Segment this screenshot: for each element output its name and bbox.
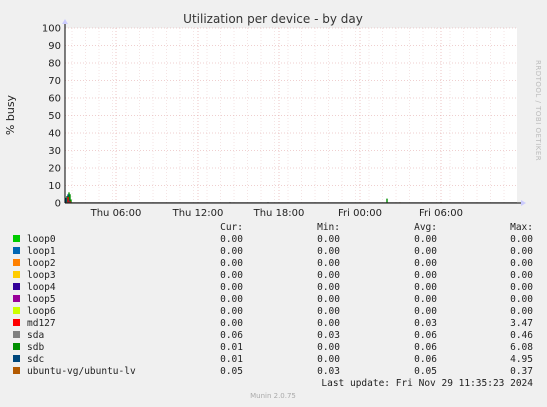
y-tick-label: 70 — [48, 76, 61, 87]
legend-value-max: 6.08 — [510, 342, 533, 353]
legend-value-avg: 0.06 — [414, 342, 437, 353]
legend-series-name: loop4 — [27, 282, 56, 293]
legend-value-min: 0.00 — [317, 354, 340, 365]
legend-value-cur: 0.00 — [220, 294, 243, 305]
y-tick-label: 0 — [55, 199, 61, 210]
legend-value-cur: 0.00 — [220, 318, 243, 329]
legend-swatch — [13, 235, 20, 242]
legend-value-cur: 0.00 — [220, 270, 243, 281]
legend-value-avg: 0.00 — [414, 258, 437, 269]
legend-swatch — [13, 307, 20, 314]
legend-value-min: 0.00 — [317, 270, 340, 281]
legend-value-cur: 0.00 — [220, 306, 243, 317]
legend-value-cur: 0.01 — [220, 354, 243, 365]
legend-series-name: sdb — [27, 342, 44, 353]
legend-value-max: 0.00 — [510, 282, 533, 293]
legend-column-header: Avg: — [414, 222, 437, 233]
y-tick-label: 100 — [42, 24, 61, 35]
legend-value-min: 0.00 — [317, 258, 340, 269]
legend-series-name: loop5 — [27, 294, 56, 305]
chart: Utilization per device - by day RRDTOOL … — [0, 0, 547, 407]
legend-series-name: ubuntu-vg/ubuntu-lv — [27, 366, 136, 377]
legend-value-avg: 0.00 — [414, 294, 437, 305]
legend-value-max: 0.00 — [510, 294, 533, 305]
legend-value-avg: 0.03 — [414, 318, 437, 329]
legend-swatch — [13, 283, 20, 290]
x-tick-label: Thu 12:00 — [172, 208, 224, 219]
legend-value-avg: 0.05 — [414, 366, 437, 377]
legend-value-avg: 0.00 — [414, 270, 437, 281]
legend-value-max: 0.00 — [510, 234, 533, 245]
x-tick-label: Fri 06:00 — [419, 208, 463, 219]
last-update-text: Last update: Fri Nov 29 11:35:23 2024 — [321, 378, 533, 389]
y-tick-label: 30 — [48, 146, 61, 157]
legend-value-min: 0.00 — [317, 282, 340, 293]
legend-value-min: 0.00 — [317, 318, 340, 329]
legend-value-cur: 0.00 — [220, 258, 243, 269]
legend-value-avg: 0.00 — [414, 246, 437, 257]
legend-swatch — [13, 319, 20, 326]
y-tick-label: 90 — [48, 41, 61, 52]
y-axis-label: % busy — [4, 94, 17, 135]
legend-value-max: 0.00 — [510, 306, 533, 317]
x-tick-label: Thu 18:00 — [253, 208, 305, 219]
legend-value-max: 0.00 — [510, 258, 533, 269]
x-tick-label: Thu 06:00 — [90, 208, 142, 219]
legend-swatch — [13, 247, 20, 254]
legend-value-min: 0.00 — [317, 246, 340, 257]
legend-column-header: Cur: — [220, 222, 243, 233]
legend-value-min: 0.03 — [317, 366, 340, 377]
legend-value-cur: 0.00 — [220, 282, 243, 293]
legend-series-name: sda — [27, 330, 44, 341]
legend-swatch — [13, 295, 20, 302]
legend-value-max: 0.46 — [510, 330, 533, 341]
legend-swatch — [13, 259, 20, 266]
legend-series-name: md127 — [27, 318, 56, 329]
y-tick-label: 50 — [48, 111, 61, 122]
y-tick-label: 40 — [48, 129, 61, 140]
y-tick-label: 60 — [48, 94, 61, 105]
legend-value-cur: 0.01 — [220, 342, 243, 353]
legend-value-avg: 0.00 — [414, 306, 437, 317]
legend-series-name: loop3 — [27, 270, 56, 281]
chart-title: Utilization per device - by day — [183, 12, 363, 26]
legend-swatch — [13, 271, 20, 278]
y-tick-label: 10 — [48, 181, 61, 192]
legend-value-max: 4.95 — [510, 354, 533, 365]
legend-value-max: 0.00 — [510, 246, 533, 257]
legend-value-max: 0.00 — [510, 270, 533, 281]
legend-value-cur: 0.05 — [220, 366, 243, 377]
legend-series-name: loop0 — [27, 234, 56, 245]
legend-value-min: 0.00 — [317, 234, 340, 245]
watermark-text: RRDTOOL / TOBI OETIKER — [534, 60, 542, 161]
legend-value-min: 0.00 — [317, 306, 340, 317]
legend-value-avg: 0.00 — [414, 234, 437, 245]
legend-swatch — [13, 331, 20, 338]
legend-value-avg: 0.00 — [414, 282, 437, 293]
legend-column-header: Max: — [510, 222, 533, 233]
legend-value-avg: 0.06 — [414, 354, 437, 365]
legend-swatch — [13, 355, 20, 362]
legend-value-cur: 0.06 — [220, 330, 243, 341]
legend-series-name: loop2 — [27, 258, 56, 269]
legend-series-name: loop1 — [27, 246, 56, 257]
legend-value-min: 0.00 — [317, 294, 340, 305]
y-tick-label: 20 — [48, 164, 61, 175]
legend-swatch — [13, 343, 20, 350]
legend-value-cur: 0.00 — [220, 234, 243, 245]
y-tick-label: 80 — [48, 59, 61, 70]
legend-swatch — [13, 367, 20, 374]
legend-value-cur: 0.00 — [220, 246, 243, 257]
legend-value-avg: 0.06 — [414, 330, 437, 341]
legend-series-name: loop6 — [27, 306, 56, 317]
footer-version: Munin 2.0.75 — [250, 392, 296, 400]
legend-series-name: sdc — [27, 354, 44, 365]
legend-value-min: 0.03 — [317, 330, 340, 341]
legend-value-max: 3.47 — [510, 318, 533, 329]
legend-value-min: 0.00 — [317, 342, 340, 353]
legend-column-header: Min: — [317, 222, 340, 233]
legend-value-max: 0.37 — [510, 366, 533, 377]
x-tick-label: Fri 00:00 — [338, 208, 382, 219]
